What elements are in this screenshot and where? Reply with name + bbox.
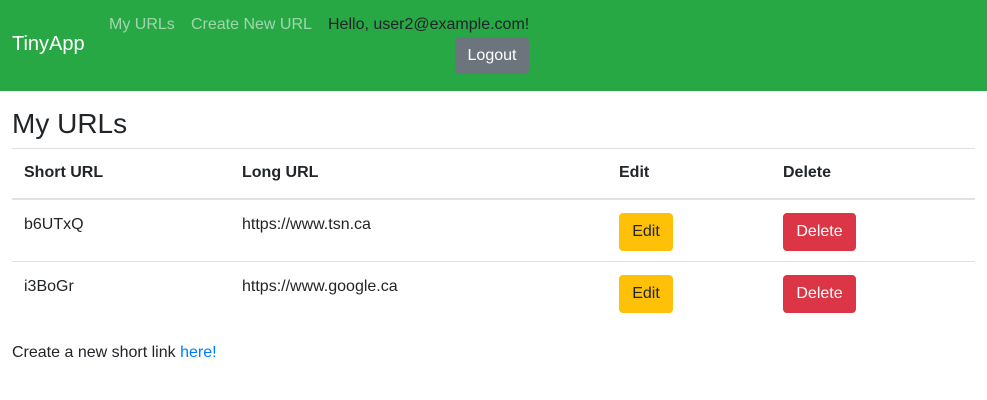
table-header-row: Short URL Long URL Edit Delete: [12, 148, 975, 200]
table-header: Short URL Long URL Edit Delete: [12, 148, 975, 200]
create-link-prompt: Create a new short link here!: [12, 343, 217, 362]
header-short-url: Short URL: [12, 148, 230, 200]
long-url-cell: https://www.google.ca: [230, 261, 607, 325]
urls-table: Short URL Long URL Edit Delete b6UTxQ ht…: [12, 148, 975, 325]
create-link-text: Create a new short link: [12, 344, 176, 361]
nav-create-url-link[interactable]: Create New URL: [191, 15, 312, 34]
delete-cell: Delete: [771, 199, 975, 262]
edit-button[interactable]: Edit: [619, 212, 673, 251]
header-long-url: Long URL: [230, 148, 607, 200]
header-edit: Edit: [607, 148, 771, 200]
table-body: b6UTxQ https://www.tsn.ca Edit Delete i3…: [12, 199, 975, 325]
create-here-link[interactable]: here!: [180, 344, 216, 361]
edit-cell: Edit: [607, 199, 771, 262]
logout-button[interactable]: Logout: [455, 37, 529, 74]
header-delete: Delete: [771, 148, 975, 200]
delete-button[interactable]: Delete: [783, 212, 856, 251]
delete-button[interactable]: Delete: [783, 275, 856, 313]
edit-cell: Edit: [607, 261, 771, 325]
user-greeting: Hello, user2@example.com!: [328, 16, 530, 33]
edit-button[interactable]: Edit: [619, 275, 673, 313]
table-row: i3BoGr https://www.google.ca Edit Delete: [12, 261, 975, 325]
brand-link[interactable]: TinyApp: [12, 32, 85, 56]
long-url-cell: https://www.tsn.ca: [242, 215, 371, 233]
short-url-cell: b6UTxQ: [24, 215, 84, 233]
nav-my-urls-link[interactable]: My URLs: [109, 15, 175, 34]
navbar: TinyApp My URLs Create New URL Hello, us…: [0, 0, 987, 91]
table-row: b6UTxQ https://www.tsn.ca Edit Delete: [12, 199, 975, 262]
page-title: My URLs: [12, 108, 128, 139]
short-url-cell: i3BoGr: [12, 261, 230, 325]
delete-cell: Delete: [771, 261, 975, 325]
